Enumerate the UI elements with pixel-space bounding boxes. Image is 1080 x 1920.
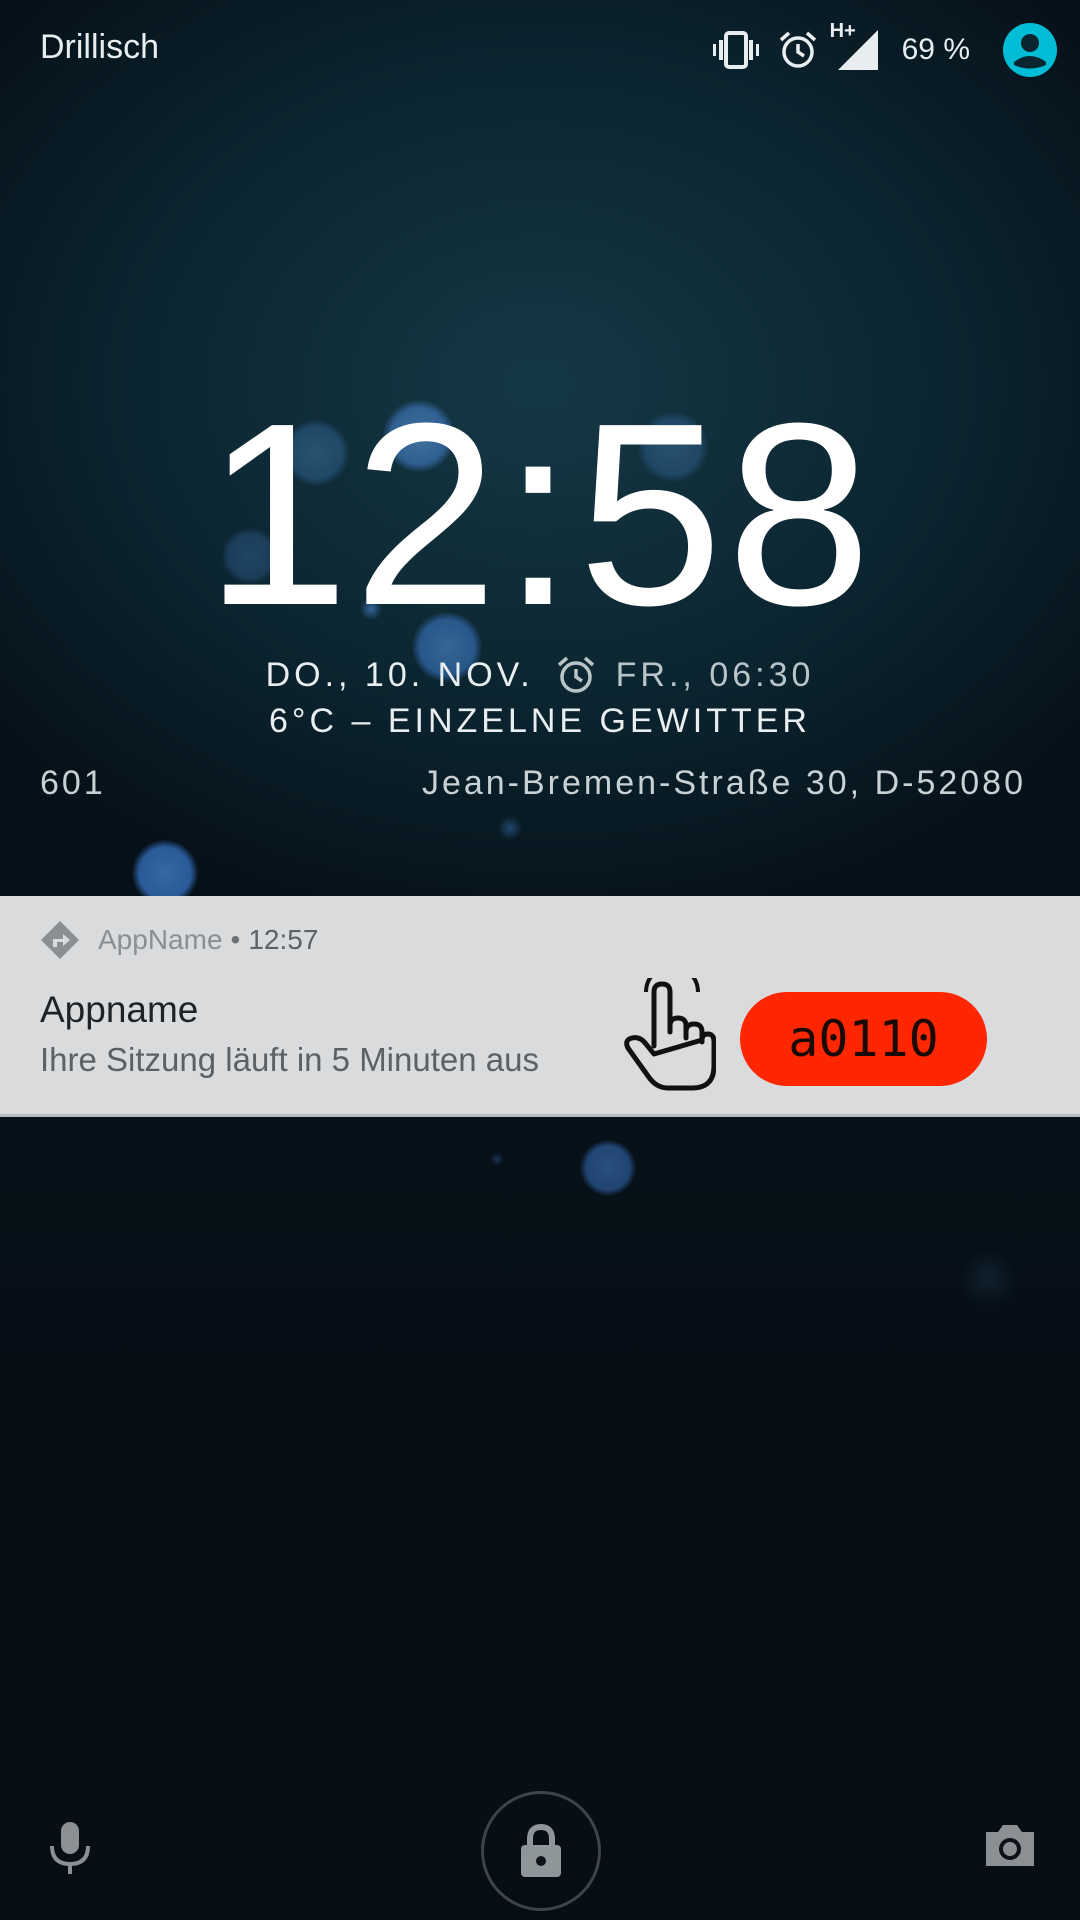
app-directions-icon [41,921,79,959]
status-bar: Drillisch H+ 69 % [0,0,1080,100]
owner-info-fragment: 601 [40,764,106,802]
lock-icon [521,1823,561,1877]
carrier-name: Drillisch [40,28,159,66]
signal-indicator: H+ [830,20,880,72]
notification-app-name: AppName [98,924,223,955]
notification-text: Ihre Sitzung läuft in 5 Minuten aus [40,1041,539,1078]
battery-percentage: 69 % [901,33,970,66]
bokeh-light [580,1140,636,1196]
tap-hand-icon [624,978,716,1091]
notification-card[interactable]: AppName • 12:57 Appname Ihre Sitzung läu… [0,896,1080,1117]
bokeh-light [498,816,522,840]
camera-icon[interactable] [982,1822,1038,1870]
owner-info-address: Jean-Bremen-Straße 30, D-52080 [421,764,1026,802]
date-label: DO., 10. NOV. [265,655,534,694]
weather-label: 6°C – EINZELNE GEWITTER [268,702,811,740]
user-avatar-icon[interactable] [1002,22,1058,78]
separator-dot: • [230,924,241,955]
bokeh-light [490,1152,504,1166]
code-action-button[interactable]: a0110 [740,992,987,1086]
microphone-icon[interactable] [44,1820,96,1876]
notification-time: 12:57 [248,924,319,955]
next-alarm-label: FR., 06:30 [615,655,815,694]
lock-screen: Drillisch H+ 69 % 12:58 DO., 10. NOV. FR… [0,0,1080,1920]
lockscreen-clock: 12:58 [204,370,876,660]
next-alarm-icon [556,655,596,695]
status-icons: H+ 69 % [712,18,1058,82]
unlock-button[interactable] [481,1791,601,1911]
network-type-label: H+ [829,20,856,42]
date-line: DO., 10. NOV. FR., 06:30 [0,655,1080,695]
alarm-icon [779,31,816,68]
bokeh-light [960,1250,1016,1306]
vibrate-icon [712,31,759,69]
notification-title: Appname [40,989,199,1030]
notification-header: AppName • 12:57 [40,920,318,960]
